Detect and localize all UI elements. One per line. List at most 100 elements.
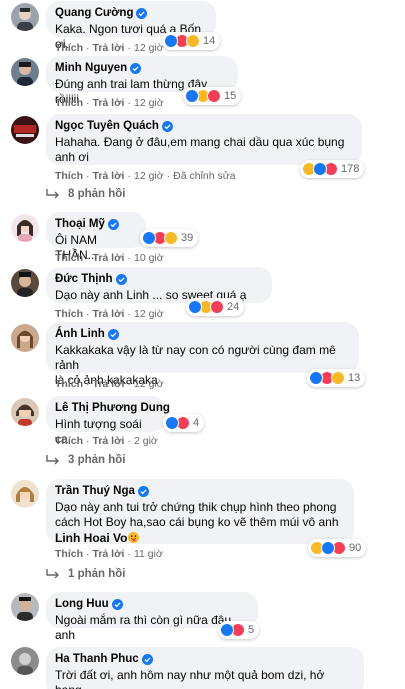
like-link[interactable]: Thích [55,435,83,447]
reply-link[interactable]: Trả lời [93,435,125,447]
avatar[interactable] [11,480,39,508]
replies-count: 8 phản hồi [68,188,126,200]
comment-author[interactable]: Ánh Linh [55,327,349,342]
like-link[interactable]: Thích [55,170,83,182]
like-link[interactable]: Thích [55,308,83,320]
timestamp[interactable]: 12 giờ [134,170,164,182]
comment-author[interactable]: Quang Cường [55,6,206,21]
love-reaction-icon [207,89,221,103]
comment-bubble: Ha Thanh Phuc Trời đất ơi, anh hôm nay n… [46,647,364,689]
like-reaction-icon [188,300,202,314]
comment-bubble: Trần Thuý Nga Dạo này anh tui trở chứng … [46,479,354,545]
timestamp[interactable]: 12 giờ [134,42,164,54]
comment-actions: Thích · Trả lời · 12 giờ [55,378,164,390]
comment-author[interactable]: Long Huu [55,597,248,612]
timestamp[interactable]: 10 giờ [134,252,164,264]
reply-link[interactable]: Trả lời [93,42,125,54]
avatar[interactable] [11,58,39,86]
verified-badge-icon [161,121,173,132]
comment-author[interactable]: Đức Thịnh [55,272,262,287]
reaction-summary[interactable]: 14 [162,32,221,50]
verified-badge-icon [141,654,153,665]
reply-link[interactable]: Trả lời [93,252,125,264]
comment-text: Trời đất ơi, anh hôm nay như một quả bom… [55,668,325,689]
comment-actions: Thích · Trả lời · 12 giờ [55,308,164,320]
reaction-summary[interactable]: 90 [308,539,367,557]
comment-text: Dạo này anh tui trở chứng thik chụp hình… [55,500,339,529]
reaction-count: 5 [248,624,255,636]
like-link[interactable]: Thích [55,42,83,54]
avatar[interactable] [11,593,39,621]
verified-badge-icon [137,486,149,497]
timestamp[interactable]: 11 giờ [134,548,163,560]
verified-badge-icon [136,8,148,19]
reply-link[interactable]: Trả lời [93,97,125,109]
tongue-emoji-icon [128,532,140,543]
comment-author[interactable]: Minh Nguyen [55,61,228,76]
timestamp[interactable]: 12 giờ [134,97,164,109]
like-reaction-icon [164,34,178,48]
comment-author[interactable]: Lê Thị Phương Dung [55,401,170,416]
avatar[interactable] [11,269,39,297]
reaction-summary[interactable]: 15 [183,87,242,105]
comment-actions: Thích · Trả lời · 12 giờ [55,97,164,109]
like-reaction-icon [185,89,199,103]
comment-actions: Thích · Trả lời · 10 giờ [55,252,164,264]
avatar[interactable] [11,324,39,352]
comment-author[interactable]: Thoại Mỹ [55,217,136,232]
timestamp[interactable]: 2 giờ [134,435,158,447]
reply-link[interactable]: Trả lời [93,170,125,182]
like-link[interactable]: Thích [55,97,83,109]
like-reaction-icon [309,371,323,385]
reaction-summary[interactable]: 4 [163,414,205,432]
like-link[interactable]: Thích [55,252,83,264]
reaction-count: 4 [193,417,200,429]
reaction-count: 14 [203,35,216,47]
like-link[interactable]: Thích [55,378,83,390]
timestamp[interactable]: 12 giờ [134,308,164,320]
comment-author[interactable]: Trần Thuý Nga [55,484,344,499]
view-replies-link[interactable]: 8 phản hồi [46,188,126,200]
verified-badge-icon [111,599,123,610]
tagged-user-link[interactable]: Linh Hoai Vo [55,531,127,545]
comment-author[interactable]: Ha Thanh Phuc [55,652,354,667]
avatar[interactable] [11,214,39,242]
like-reaction-icon [142,231,156,245]
reply-link[interactable]: Trả lời [93,378,125,390]
view-replies-link[interactable]: 3 phản hồi [46,454,126,466]
reaction-count: 90 [349,542,362,554]
comment-bubble: Thoại Mỹ Ôi NAM THẦN... [46,212,146,262]
reaction-summary[interactable]: 13 [307,369,366,387]
edited-label[interactable]: Đã chỉnh sửa [173,170,235,182]
love-reaction-icon [210,300,224,314]
replies-count: 3 phản hồi [68,454,126,466]
reaction-count: 178 [341,163,360,175]
reaction-summary[interactable]: 178 [300,160,365,178]
reaction-summary[interactable]: 5 [218,621,260,639]
timestamp[interactable]: 12 giờ [134,378,164,390]
avatar[interactable] [11,3,39,31]
like-reaction-icon [165,416,179,430]
avatar[interactable] [11,647,39,675]
verified-badge-icon [130,63,142,74]
comment-bubble: Ánh Linh Kakkakaka vậy là từ nay con có … [46,322,359,387]
reaction-count: 13 [348,372,361,384]
avatar[interactable] [11,116,39,144]
reply-link[interactable]: Trả lời [93,548,125,560]
haha-reaction-icon [164,231,178,245]
comment-bubble: Ngọc Tuyên Quách Hahaha. Đang ở đâu,em m… [46,114,362,165]
comment-actions: Thích · Trả lời · 2 giờ [55,435,158,447]
like-reaction-icon [313,162,327,176]
haha-reaction-icon [331,371,345,385]
reaction-summary[interactable]: 24 [186,298,245,316]
reaction-count: 24 [227,301,240,313]
view-replies-link[interactable]: 1 phản hồi [46,568,126,580]
avatar[interactable] [11,398,39,426]
comment-author[interactable]: Ngọc Tuyên Quách [55,119,352,134]
comment-actions: Thích · Trả lời · 12 giờ · Đã chỉnh sửa [55,170,236,182]
like-link[interactable]: Thích [55,548,83,560]
reaction-summary[interactable]: 39 [140,229,199,247]
comment-actions: Thích · Trả lời · 12 giờ [55,42,164,54]
reply-link[interactable]: Trả lời [93,308,125,320]
verified-badge-icon [107,219,119,230]
